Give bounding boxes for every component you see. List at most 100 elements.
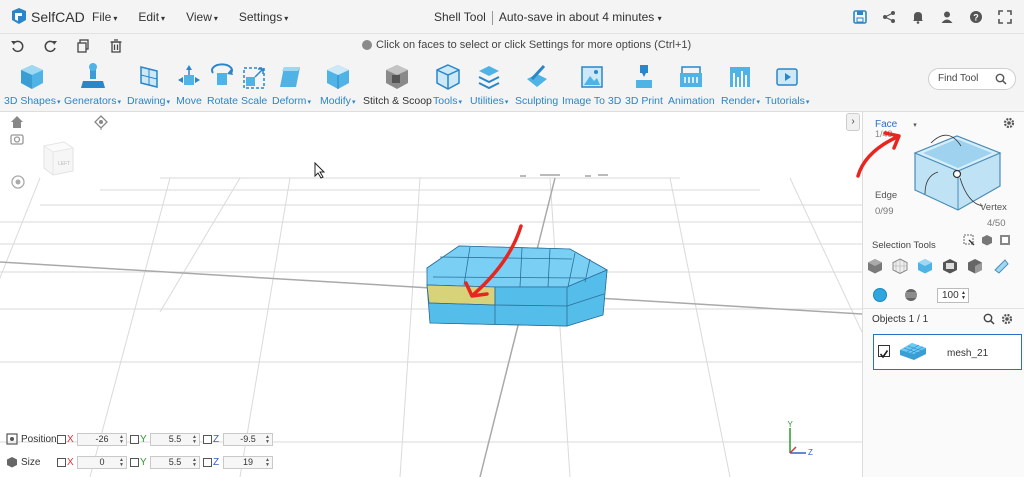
tool-hint: Click on faces to select or click Settin… (362, 39, 691, 51)
fullscreen-icon[interactable] (996, 8, 1014, 26)
home-view-icon[interactable] (10, 115, 24, 129)
menu-edit[interactable]: Edit ▾ (138, 10, 165, 24)
size-cube-icon (7, 457, 17, 468)
lock-z-checkbox[interactable] (203, 434, 212, 444)
select-cube-edge-icon[interactable] (942, 258, 958, 274)
size-lock-x-checkbox[interactable] (57, 457, 66, 467)
tool-tutorials[interactable]: Tutorials▾ (765, 63, 809, 107)
position-y-field[interactable]: 5.5 ▲ ▼ (150, 432, 200, 446)
objects-search-icon[interactable] (983, 313, 995, 325)
perspective-view-icon[interactable] (93, 115, 109, 131)
rotate-icon (211, 63, 234, 85)
objects-header: Objects 1 / 1 (863, 308, 1024, 328)
tool-generators[interactable]: Generators▾ (64, 63, 121, 107)
mouse-cursor-icon (314, 161, 326, 179)
scene-canvas[interactable] (0, 112, 862, 477)
autosave-status[interactable]: Auto-save in about 4 minutes (499, 10, 654, 24)
position-z-field[interactable]: -9.5 ▲ ▼ (223, 432, 273, 446)
user-account-icon[interactable] (938, 8, 956, 26)
tool-3d-print[interactable]: 3D Print (625, 63, 663, 107)
info-icon (362, 40, 372, 50)
size-x-field[interactable]: 0 ▲ ▼ (77, 455, 127, 469)
color-swatch[interactable] (873, 288, 887, 302)
select-cube-face-icon[interactable] (917, 258, 933, 274)
tool-render[interactable]: Render▾ (721, 63, 760, 107)
delete-trash-icon[interactable] (108, 38, 124, 54)
action-bar: Click on faces to select or click Settin… (0, 34, 1024, 58)
select-all-icon[interactable] (963, 234, 975, 246)
opacity-select[interactable]: 100 ▲ ▼ (937, 288, 969, 303)
tool-image-to-3d[interactable]: Image To 3D (562, 63, 621, 107)
select-cube-solid-icon[interactable] (867, 258, 883, 274)
tool-utilities[interactable]: Utilities▾ (470, 63, 508, 107)
copy-icon[interactable] (75, 38, 91, 54)
objects-settings-gear-icon[interactable] (1001, 313, 1013, 325)
select-cube-vertex-icon[interactable] (967, 258, 983, 274)
tool-3d-shapes[interactable]: 3D Shapes▾ (4, 63, 60, 107)
move-arrows-icon (178, 65, 200, 85)
3d-viewport[interactable]: LEFT › Position X -26 ▲ ▼ Y 5.5 ▲ ▼ Z -9.5 ▲ ▼… (0, 112, 862, 477)
vertex-label[interactable]: Vertex (980, 202, 1007, 213)
focus-target-icon[interactable] (10, 174, 26, 190)
object-visibility-checkbox[interactable] (878, 345, 890, 359)
select-lasso-icon[interactable] (993, 258, 1009, 274)
size-row: Size X 0 ▲ ▼ Y 5.5 ▲ ▼ Z 19 ▲ ▼ (6, 454, 276, 470)
position-row: Position X -26 ▲ ▼ Y 5.5 ▲ ▼ Z -9.5 ▲ ▼ (6, 431, 276, 447)
main-toolbar: 3D Shapes▾ Generators▾ Drawing▾ Move Rot… (0, 58, 1024, 112)
size-z-field[interactable]: 19 ▲ ▼ (223, 455, 273, 469)
select-invert-icon[interactable] (999, 234, 1011, 246)
menu-settings[interactable]: Settings ▾ (239, 10, 288, 24)
tool-animation[interactable]: Animation (668, 63, 715, 107)
logo[interactable]: SelfCAD (10, 7, 92, 26)
save-icon[interactable] (851, 8, 869, 26)
position-x-field[interactable]: -26 ▲ ▼ (77, 432, 127, 446)
size-lock-y-checkbox[interactable] (130, 457, 139, 467)
3d-printer-icon (635, 65, 652, 88)
sculpting-icon (526, 64, 547, 87)
search-icon[interactable] (995, 73, 1007, 85)
tool-drawing[interactable]: Drawing▾ (127, 63, 170, 107)
selection-tools-title: Selection Tools (872, 240, 936, 251)
render-icon (730, 67, 751, 87)
size-lock-z-checkbox[interactable] (203, 457, 212, 467)
material-sphere-icon[interactable] (904, 288, 918, 302)
tutorials-video-icon (776, 68, 798, 86)
help-icon[interactable]: ? (967, 8, 985, 26)
object-name: mesh_21 (947, 348, 989, 359)
object-list-item[interactable]: mesh_21 (873, 334, 1022, 370)
lock-x-checkbox[interactable] (57, 434, 66, 444)
select-cube-wire-icon[interactable] (892, 258, 908, 274)
deform-icon (280, 67, 301, 87)
tool-stitch-scoop[interactable]: Stitch & Scoop (363, 63, 432, 107)
position-icon (6, 433, 18, 445)
edge-label[interactable]: Edge (875, 190, 897, 201)
find-tool-input[interactable]: Find Tool (928, 68, 1016, 90)
menu-bar: File ▾ Edit ▾ View ▾ Settings ▾ (92, 10, 309, 24)
undo-icon[interactable] (10, 38, 26, 54)
size-y-field[interactable]: 5.5 ▲ ▼ (150, 455, 200, 469)
find-tool-placeholder: Find Tool (938, 73, 979, 84)
logo-text: SelfCAD (31, 8, 85, 25)
tool-modify[interactable]: Modify▾ (320, 63, 355, 107)
tool-deform[interactable]: Deform▾ (272, 63, 311, 107)
camera-view-icon[interactable] (10, 132, 24, 146)
utilities-layers-icon (478, 66, 500, 90)
view-cube[interactable]: LEFT (40, 138, 76, 178)
image-to-3d-icon (580, 66, 603, 88)
select-connected-icon[interactable] (981, 234, 993, 246)
tool-sculpting[interactable]: Sculpting (515, 63, 558, 107)
redo-icon[interactable] (42, 38, 58, 54)
gizmo-y-label: Y (788, 420, 794, 429)
tool-move[interactable]: Move (176, 63, 202, 107)
edge-count: 0/99 (875, 206, 894, 217)
tool-scale[interactable]: Scale (241, 63, 267, 107)
tool-rotate[interactable]: Rotate (207, 63, 238, 107)
tools-cube-icon (435, 64, 460, 90)
selfcad-app: SelfCAD File ▾ Edit ▾ View ▾ Settings ▾ Shel… (0, 0, 1024, 477)
tool-tools[interactable]: Tools▾ (433, 63, 462, 107)
menu-view[interactable]: View ▾ (186, 10, 218, 24)
share-icon[interactable] (880, 8, 898, 26)
menu-file[interactable]: File ▾ (92, 10, 117, 24)
lock-y-checkbox[interactable] (130, 434, 139, 444)
notifications-bell-icon[interactable] (909, 8, 927, 26)
